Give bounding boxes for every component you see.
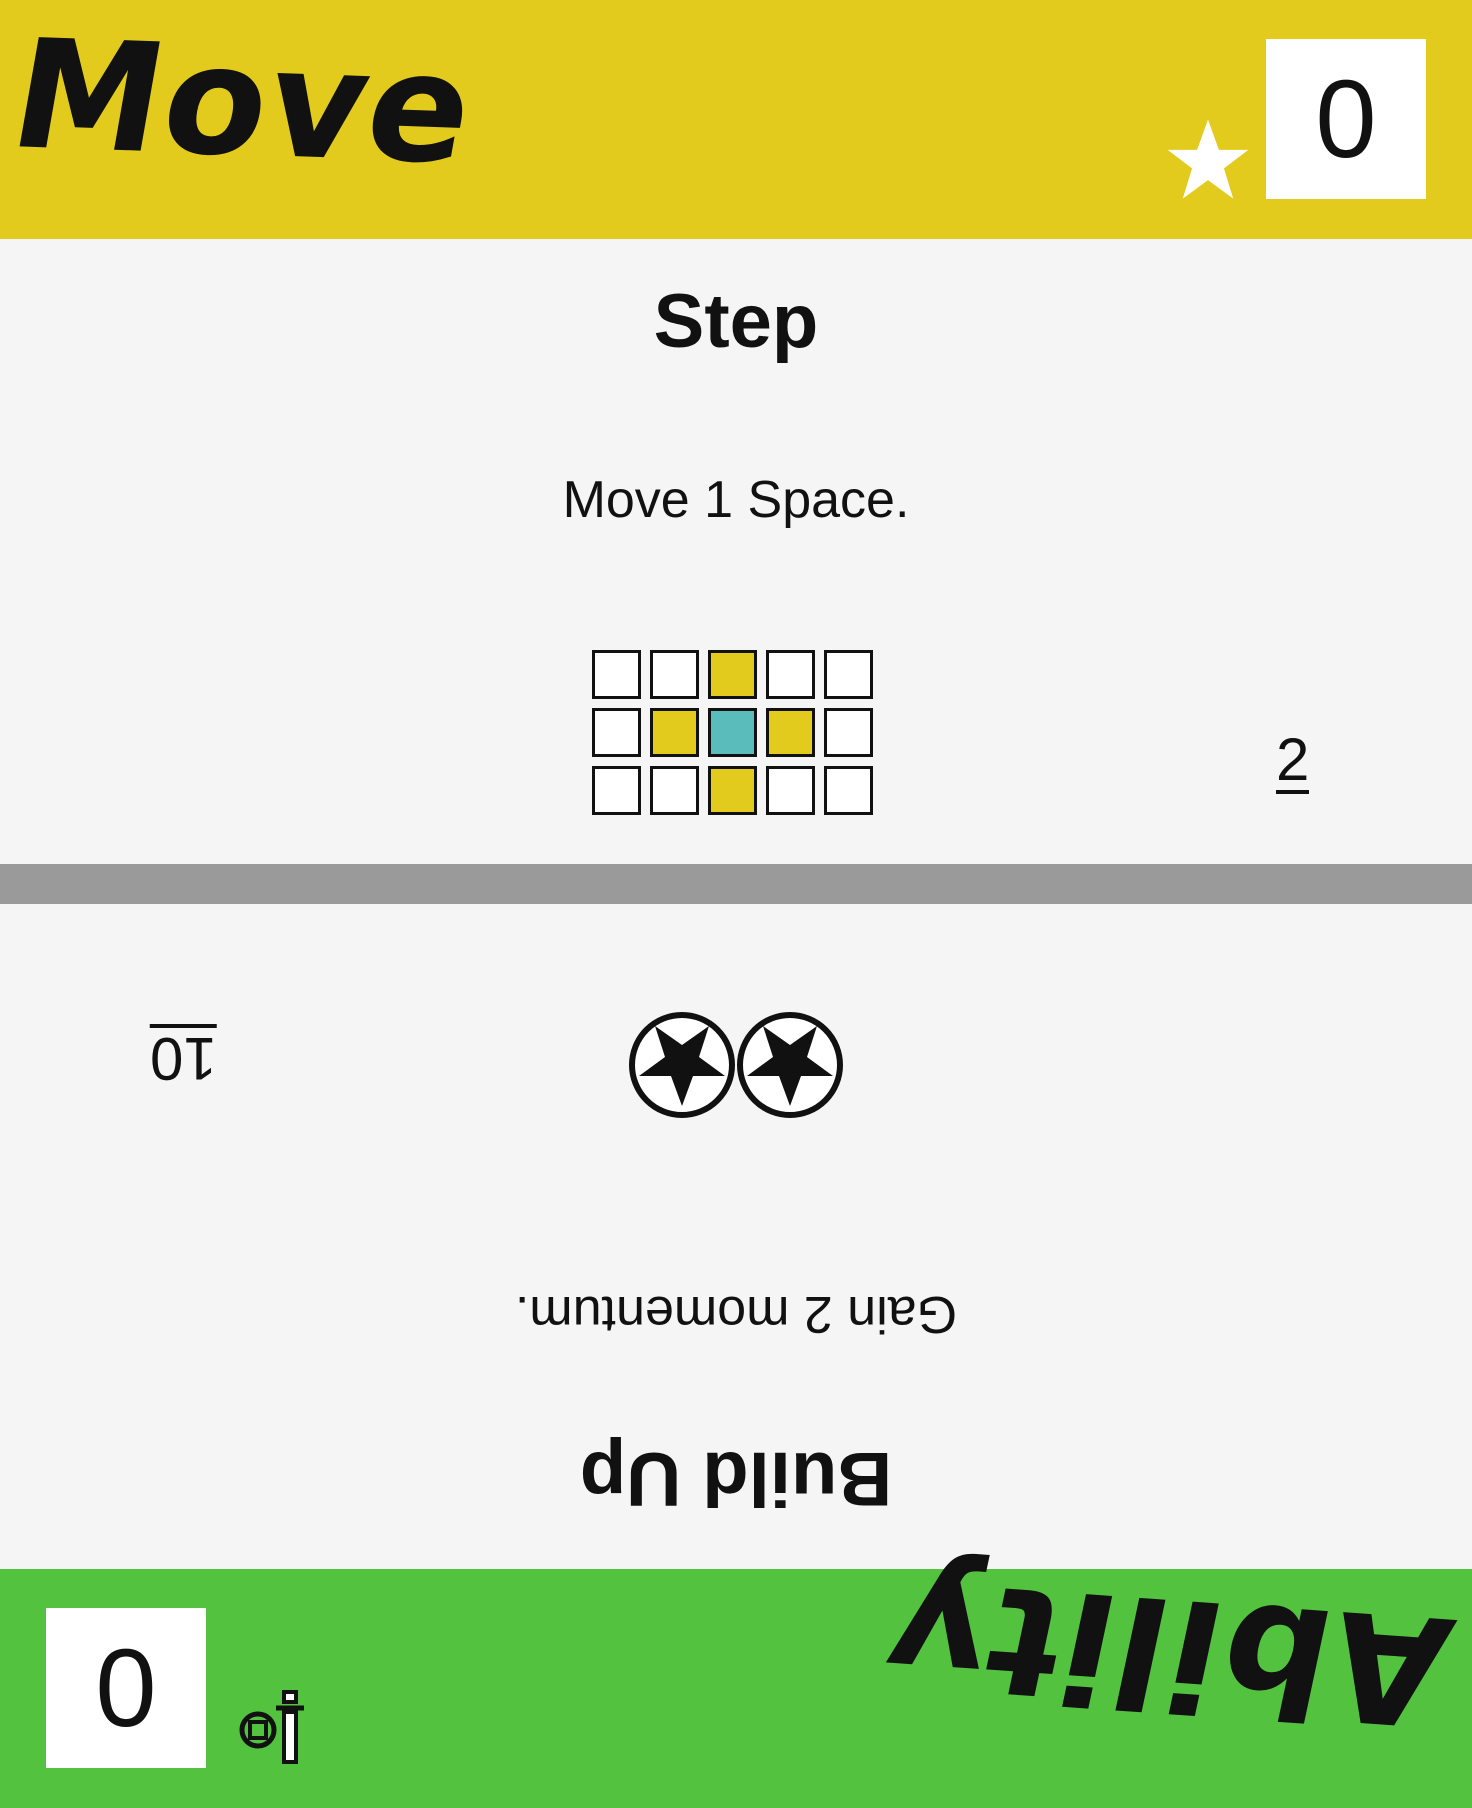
top-card-name: Step — [653, 279, 819, 364]
top-card-cost: 2 — [1276, 726, 1310, 794]
grid-cell-target — [708, 650, 757, 699]
bottom-card-cost: 10 — [150, 1024, 217, 1092]
star-icon — [1167, 119, 1249, 199]
grid-cell-target — [650, 708, 699, 757]
ability-score-box: 0 — [46, 1608, 206, 1768]
movement-grid — [592, 650, 880, 815]
grid-cell-empty — [592, 766, 641, 815]
momentum-token-icon — [629, 1012, 735, 1118]
grid-cell-empty — [824, 708, 873, 757]
grid-cell-origin — [708, 708, 757, 757]
grid-cell-target — [766, 708, 815, 757]
card-divider — [0, 864, 1472, 904]
momentum-token-icon — [737, 1012, 843, 1118]
grid-cell-empty — [766, 650, 815, 699]
ability-type-title: Ability — [869, 1545, 1466, 1757]
grid-cell-empty — [592, 650, 641, 699]
bottom-card-name: Build Up — [579, 1436, 893, 1521]
bottom-card-text: Gain 2 momentum. — [514, 1285, 958, 1343]
grid-cell-empty — [650, 766, 699, 815]
move-type-title: Move — [0, 8, 488, 198]
grid-cell-target — [708, 766, 757, 815]
grid-cell-empty — [824, 766, 873, 815]
sword-icon — [239, 1690, 304, 1764]
move-score-box: 0 — [1266, 39, 1426, 199]
grid-cell-empty — [766, 766, 815, 815]
grid-cell-empty — [824, 650, 873, 699]
top-card-text: Move 1 Space. — [562, 471, 910, 529]
grid-cell-empty — [592, 708, 641, 757]
grid-cell-empty — [650, 650, 699, 699]
